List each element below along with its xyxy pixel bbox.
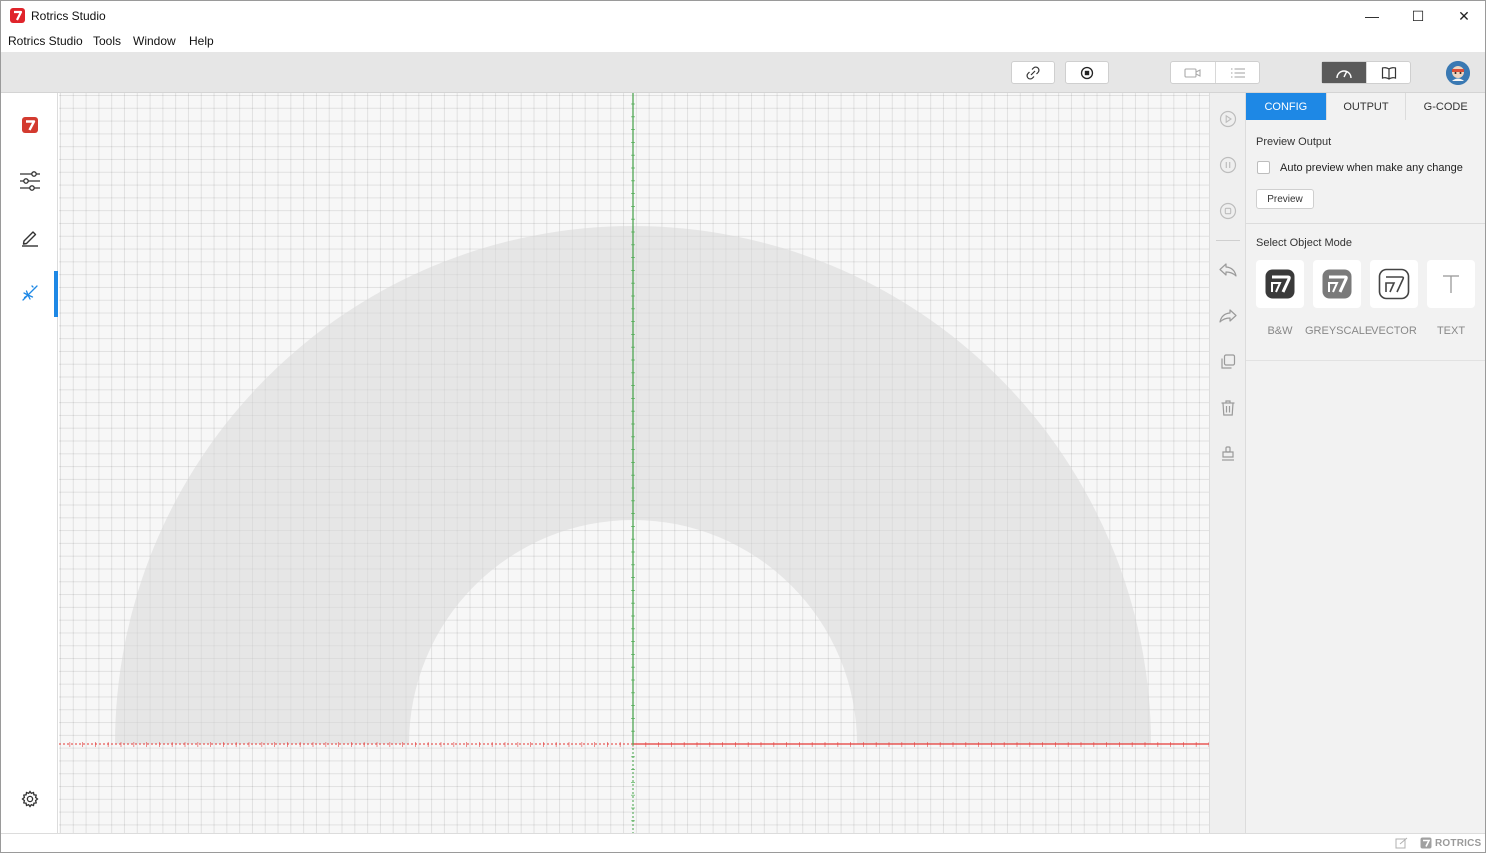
link-icon <box>1026 65 1040 80</box>
camera-button[interactable] <box>1171 62 1215 83</box>
sidebar-item-home[interactable] <box>1 103 58 147</box>
redo-icon <box>1219 309 1237 323</box>
undo-icon <box>1219 263 1237 277</box>
panel-separator <box>1246 360 1485 361</box>
pause-button[interactable] <box>1218 155 1238 175</box>
brand-label: ROTRICS <box>1435 838 1482 849</box>
window-title: Rotrics Studio <box>31 9 106 23</box>
sidebar-item-settings[interactable] <box>1 159 58 203</box>
stop-icon <box>1080 66 1094 79</box>
mode-vector-button[interactable] <box>1370 260 1418 308</box>
menu-tools[interactable]: Tools <box>93 34 121 48</box>
text-mode-icon <box>1443 275 1459 293</box>
mode-toggle-group <box>1321 61 1411 84</box>
stamp-icon <box>1222 446 1234 461</box>
undo-button[interactable] <box>1218 260 1238 280</box>
laser-icon <box>21 285 38 301</box>
vector-mode-icon <box>1378 268 1410 300</box>
minimize-button[interactable]: — <box>1349 1 1395 31</box>
auto-preview-checkbox[interactable] <box>1257 161 1270 174</box>
connect-button[interactable] <box>1011 61 1055 84</box>
tab-gcode[interactable]: G-CODE <box>1405 93 1485 120</box>
menu-help[interactable]: Help <box>189 34 214 48</box>
maximize-button[interactable]: ☐ <box>1395 1 1441 31</box>
close-button[interactable]: ✕ <box>1441 1 1486 31</box>
mode-vector-label: VECTOR <box>1371 325 1417 337</box>
maximize-icon: ☐ <box>1411 7 1425 24</box>
app-window: Rotrics Studio — ☐ ✕ Rotrics Studio Tool… <box>0 0 1486 853</box>
select-mode-title: Select Object Mode <box>1256 237 1352 249</box>
emergency-stop-button[interactable] <box>1065 61 1109 84</box>
status-bar: ROTRICS <box>1 833 1485 852</box>
speedometer-icon <box>1336 69 1352 78</box>
duplicate-button[interactable] <box>1218 352 1238 372</box>
minimize-icon: — <box>1365 8 1379 24</box>
stop-button[interactable] <box>1218 201 1238 221</box>
greyscale-mode-icon <box>1322 269 1352 299</box>
workspace-canvas[interactable] <box>59 93 1209 833</box>
auto-preview-label: Auto preview when make any change <box>1280 162 1463 174</box>
stop-circle-icon <box>1219 202 1237 220</box>
stamp-button[interactable] <box>1218 444 1238 464</box>
pause-icon <box>1219 156 1237 174</box>
top-toolbar <box>1 52 1485 93</box>
manual-button[interactable] <box>1366 62 1410 83</box>
control-panel-button[interactable] <box>1322 62 1366 83</box>
mode-text-button[interactable] <box>1427 260 1475 308</box>
list-button[interactable] <box>1215 62 1259 83</box>
camera-list-group <box>1170 61 1260 84</box>
menu-bar: Rotrics Studio Tools Window Help <box>1 31 1485 52</box>
left-sidebar <box>1 93 58 833</box>
workspace-svg <box>59 93 1209 833</box>
preview-output-title: Preview Output <box>1256 136 1332 148</box>
rotrics-brand-icon <box>1420 837 1432 849</box>
duplicate-icon <box>1221 354 1236 369</box>
mode-bw-button[interactable] <box>1256 260 1304 308</box>
sidebar-item-preferences[interactable] <box>1 777 58 821</box>
redo-button[interactable] <box>1218 306 1238 326</box>
mode-greyscale-label: GREYSCALE <box>1305 325 1373 337</box>
mode-bw-label: B&W <box>1267 325 1293 337</box>
rotrics-logo-icon <box>21 117 38 133</box>
sidebar-item-laser[interactable] <box>1 271 58 317</box>
menu-rotrics-studio[interactable]: Rotrics Studio <box>8 34 83 48</box>
tab-config[interactable]: CONFIG <box>1246 93 1326 120</box>
title-bar: Rotrics Studio — ☐ ✕ <box>1 1 1485 31</box>
gear-icon <box>20 790 39 808</box>
mode-greyscale-button[interactable] <box>1313 260 1361 308</box>
sidebar-item-draw[interactable] <box>1 215 58 259</box>
bw-mode-icon <box>1265 269 1295 299</box>
tab-output[interactable]: OUTPUT <box>1325 93 1406 120</box>
tool-separator <box>1216 240 1240 241</box>
panel-tabs: CONFIG OUTPUT G-CODE <box>1246 93 1485 120</box>
book-icon <box>1381 66 1396 80</box>
sliders-icon <box>19 171 40 191</box>
list-icon <box>1230 67 1245 78</box>
edit-note-icon <box>1395 837 1408 849</box>
preview-button[interactable]: Preview <box>1256 189 1314 209</box>
mode-text-label: TEXT <box>1436 325 1466 337</box>
panel-divider <box>1246 223 1485 224</box>
run-button[interactable] <box>1218 109 1238 129</box>
menu-window[interactable]: Window <box>133 34 176 48</box>
pen-icon <box>21 231 38 247</box>
user-avatar[interactable] <box>1446 61 1470 85</box>
delete-button[interactable] <box>1218 398 1238 418</box>
trash-icon <box>1221 400 1235 416</box>
tool-column <box>1209 93 1246 833</box>
app-logo-icon <box>10 8 25 23</box>
right-panel: CONFIG OUTPUT G-CODE Preview Output Auto… <box>1246 93 1485 833</box>
play-icon <box>1219 110 1237 128</box>
camera-icon <box>1184 67 1201 78</box>
close-icon: ✕ <box>1458 7 1470 24</box>
